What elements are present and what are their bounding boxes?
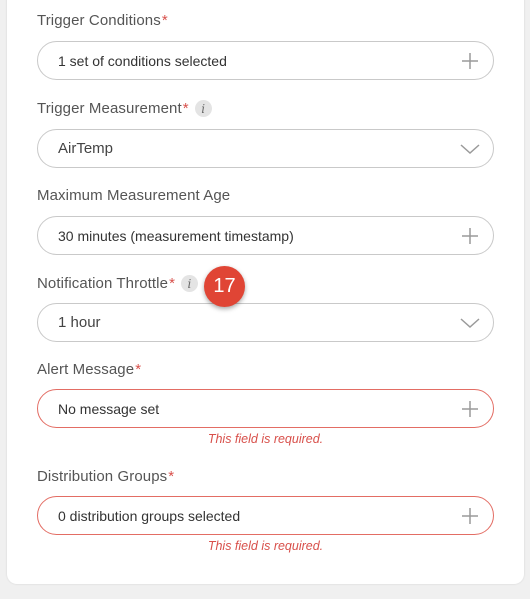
required-mark: *: [135, 361, 142, 378]
alert-message-error: This field is required.: [207, 432, 324, 446]
notification-throttle-value: 1 hour: [58, 314, 101, 331]
required-mark: *: [182, 100, 189, 117]
info-icon[interactable]: i: [194, 100, 212, 117]
plus-icon[interactable]: [460, 226, 480, 246]
required-mark: *: [169, 275, 175, 292]
alert-message-value: No message set: [58, 400, 160, 417]
plus-icon[interactable]: [460, 399, 480, 419]
trigger-measurement-value: AirTemp: [58, 140, 114, 157]
alert-message-field[interactable]: No message set: [37, 389, 494, 428]
plus-icon[interactable]: [460, 51, 480, 71]
trigger-measurement-label-text: Trigger Measurement: [37, 100, 182, 117]
notification-throttle-select[interactable]: 1 hour: [37, 303, 494, 342]
max-measurement-age-label: Maximum Measurement Age: [37, 187, 230, 204]
chevron-down-icon[interactable]: [460, 313, 480, 333]
trigger-measurement-select[interactable]: AirTemp: [37, 129, 494, 168]
max-measurement-age-field[interactable]: 30 minutes (measurement timestamp): [37, 216, 494, 255]
distribution-groups-label: Distribution Groups *: [37, 468, 174, 485]
trigger-conditions-label: Trigger Conditions *: [37, 12, 168, 29]
distribution-groups-label-text: Distribution Groups: [37, 468, 168, 485]
max-measurement-age-label-text: Maximum Measurement Age: [37, 187, 231, 204]
trigger-conditions-field[interactable]: 1 set of conditions selected: [37, 41, 494, 80]
step-number-badge: 17: [204, 266, 245, 307]
plus-icon[interactable]: [460, 506, 480, 526]
alert-message-label: Alert Message *: [37, 361, 141, 378]
info-icon[interactable]: i: [181, 275, 198, 292]
trigger-conditions-value: 1 set of conditions selected: [58, 52, 227, 69]
notification-throttle-label-text: Notification Throttle: [37, 275, 169, 292]
required-mark: *: [161, 12, 168, 29]
max-measurement-age-value: 30 minutes (measurement timestamp): [58, 227, 294, 244]
chevron-down-icon[interactable]: [460, 139, 480, 159]
alert-message-label-text: Alert Message: [37, 361, 135, 378]
distribution-groups-error: This field is required.: [207, 539, 324, 553]
distribution-groups-field[interactable]: 0 distribution groups selected: [37, 496, 494, 535]
required-mark: *: [168, 468, 175, 485]
trigger-conditions-label-text: Trigger Conditions: [37, 12, 161, 29]
notification-throttle-label: Notification Throttle * i: [37, 275, 198, 292]
distribution-groups-value: 0 distribution groups selected: [58, 507, 241, 524]
trigger-measurement-label: Trigger Measurement * i: [37, 100, 212, 117]
